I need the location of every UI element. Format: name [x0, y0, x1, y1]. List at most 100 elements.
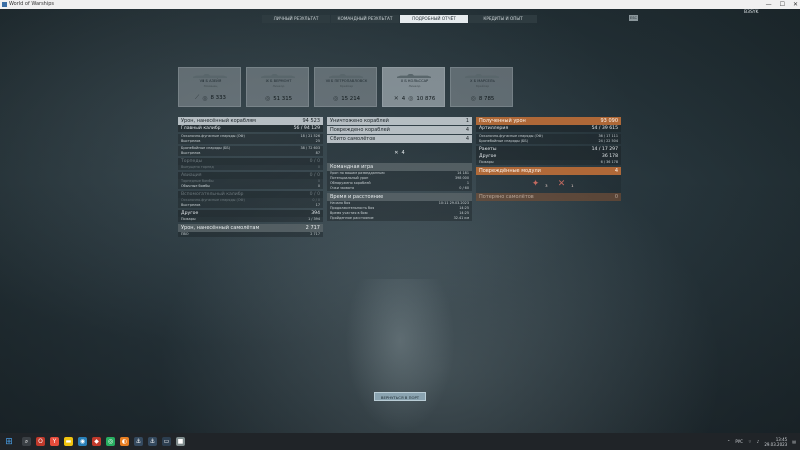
tab-team-result[interactable]: КОМАНДНЫЙ РЕЗУЛЬТАТ [331, 15, 399, 23]
username: B3SYK [744, 10, 759, 15]
ship-name: Ⅷ Б АЗЕЙЯ [199, 79, 222, 83]
engine-module-icon: ✕ 1 [557, 179, 574, 189]
tab-credits-xp[interactable]: КРЕДИТЫ И ОПЫТ [469, 15, 537, 23]
monitor-icon[interactable]: ▭ [162, 437, 171, 446]
ship-silhouette [193, 74, 227, 78]
ship-silhouette [329, 74, 363, 78]
ship-damage: 15 214 [341, 95, 361, 102]
game-center-icon[interactable]: ◆ [92, 437, 101, 446]
torpedoes-row: Торпеды 0 / 0 [178, 158, 323, 165]
ship-name: Ⅹ Б КОЛЬССАР [400, 79, 429, 83]
app-icon [2, 2, 7, 7]
clock[interactable]: 13:45 29.03.2023 [764, 437, 787, 447]
app-icon-orange[interactable]: ◐ [120, 437, 129, 446]
wows-icon[interactable]: ⚓ [134, 437, 143, 446]
windows-start-icon[interactable]: ⊞ [4, 437, 14, 447]
kills-summary: ✕ 4 [327, 143, 472, 163]
ship-name: Ⅸ Б ВЕРМОНТ [265, 79, 292, 83]
module-ribbons: ✦ 3 ✕ 1 [476, 175, 621, 193]
ship-class: Линкор [272, 84, 285, 88]
tab-detailed-report[interactable]: ПОДРОБНЫЙ ОТЧЁТ [400, 15, 468, 23]
ship-silhouette [397, 74, 431, 78]
esc-button[interactable]: ESC [629, 15, 638, 21]
aviation-row: Авиация 0 / 0 [178, 172, 323, 179]
ship-class: Крейсер [339, 84, 354, 88]
torpedo-icon: ⟋ [195, 94, 200, 101]
ship-class: Линкор [408, 84, 421, 88]
ship-card-3[interactable]: Ⅶ Б ПЕТРОПАВЛОВСК Крейсер ◎ 15 214 [314, 67, 377, 107]
ship-damage: 10 876 [416, 95, 436, 102]
ship-stats: ✕ 4 ◎ 10 876 [383, 95, 446, 102]
ship-silhouette [465, 74, 499, 78]
game-viewport: ЛИЧНЫЙ РЕЗУЛЬТАТ КОМАНДНЫЙ РЕЗУЛЬТАТ ПОД… [0, 9, 800, 433]
shot-planes-row: Сбито самолётов 4 [327, 135, 472, 143]
tab-personal-result[interactable]: ЛИЧНЫЙ РЕЗУЛЬТАТ [262, 15, 330, 23]
window-titlebar: World of Warships — ☐ ✕ [0, 0, 800, 9]
chrome-icon[interactable]: ◎ [106, 437, 115, 446]
other-received-row: Другое 36 178 [476, 153, 621, 160]
kills-icon: ✕ [394, 150, 399, 156]
kills-panel: Уничтожено кораблей 1 Повреждено кораблей… [327, 117, 472, 221]
ship-cards: Ⅷ Б АЗЕЙЯ Эсминец ⟋ ◎ 8 333 Ⅸ Б ВЕРМОНТ … [178, 67, 513, 107]
opera-icon[interactable]: O [36, 437, 45, 446]
ship-name: Ⅶ Б ПЕТРОПАВЛОВСК [325, 79, 368, 83]
artillery-row: Артиллерия 54 / 39 615 [476, 125, 621, 132]
return-to-port-button[interactable]: ВЕРНУТЬСЯ В ПОРТ [374, 392, 426, 401]
ship-stats: ⟋ ◎ 8 333 [179, 94, 242, 102]
damage-ships-header: Урон, нанесённый кораблям 94 523 [178, 117, 323, 125]
language-indicator[interactable]: РУС [735, 439, 743, 444]
chevron-up-icon[interactable]: ⌃ [727, 439, 730, 444]
ship-damage: 8 785 [478, 95, 495, 102]
steam-icon[interactable]: ◉ [78, 437, 87, 446]
damaged-modules-header: Повреждённые модули 4 [476, 167, 621, 175]
ship-damage: 8 333 [210, 95, 226, 101]
team-play-header: Командная игра [327, 163, 472, 171]
ship-card-5[interactable]: Ⅹ Б МАРСЕЛЬ Крейсер ◎ 8 785 [450, 67, 513, 107]
close-button[interactable]: ✕ [793, 0, 798, 9]
window-controls: — ☐ ✕ [766, 0, 798, 9]
damage-icon: ◎ [470, 95, 476, 102]
system-tray: ⌃ РУС ⌔ ♪ 13:45 29.03.2023 ▤ [727, 435, 796, 448]
ship-card-2[interactable]: Ⅸ Б ВЕРМОНТ Линкор ◎ 51 315 [246, 67, 309, 107]
search-icon[interactable]: ⌕ [22, 437, 31, 446]
wifi-icon[interactable]: ⌔ [748, 439, 752, 445]
yandex-icon[interactable]: Y [50, 437, 59, 446]
ship-stats: ◎ 8 785 [451, 95, 514, 102]
window-title: World of Warships [9, 1, 55, 7]
kills-count: 4 [401, 150, 405, 156]
lost-planes-row: Потеряно самолётов 0 [476, 193, 621, 201]
taskbar: ⊞ ⌕ O Y ▬ ◉ ◆ ◎ ◐ ⚓ ⚓ ▭ ■ ⌃ РУС ⌔ ♪ 13:4… [0, 433, 800, 450]
ship-card-4[interactable]: Ⅹ Б КОЛЬССАР Линкор ✕ 4 ◎ 10 876 [382, 67, 445, 107]
rockets-row: Ракеты 14 / 17 297 [476, 146, 621, 153]
damage-dealt-panel: Урон, нанесённый кораблям 94 523 Главный … [178, 117, 323, 237]
received-damage-header: Полученный урон 93 090 [476, 117, 621, 125]
ship-card-1[interactable]: Ⅷ Б АЗЕЙЯ Эсминец ⟋ ◎ 8 333 [178, 67, 241, 107]
notification-icon[interactable]: ▤ [792, 439, 796, 444]
ship-class: Крейсер [475, 84, 490, 88]
damage-icon: ◎ [332, 95, 339, 102]
app-icon-gray[interactable]: ■ [176, 437, 185, 446]
ship-silhouette [261, 74, 295, 78]
time-distance-header: Время и расстояние [327, 193, 472, 201]
wows-launcher-icon[interactable]: ⚓ [148, 437, 157, 446]
other-row: Другое 394 [178, 210, 323, 217]
taskbar-apps: ⌕ O Y ▬ ◉ ◆ ◎ ◐ ⚓ ⚓ ▭ ■ [22, 437, 185, 446]
damage-received-panel: Полученный урон 93 090 Артиллерия 54 / 39 … [476, 117, 621, 201]
ship-name: Ⅹ Б МАРСЕЛЬ [470, 79, 495, 83]
aa-row: ПВО 2 717 [178, 232, 323, 237]
ship-stats: ◎ 15 214 [315, 95, 378, 102]
folder-icon[interactable]: ▬ [64, 437, 73, 446]
kills-icon: ✕ [393, 95, 399, 102]
ship-wake [345, 279, 455, 433]
main-battery-row: Главный калибр 56 / 94 129 [178, 125, 323, 132]
ship-damage: 51 315 [273, 95, 293, 102]
volume-icon[interactable]: ♪ [757, 439, 760, 444]
destroyed-ships-row: Уничтожено кораблей 1 [327, 117, 472, 125]
minimize-button[interactable]: — [766, 0, 772, 9]
damage-icon: ◎ [264, 95, 271, 102]
secondary-row: Вспомогательный калибр 0 / 0 [178, 191, 323, 198]
ship-kills: 4 [401, 95, 406, 102]
report-tabs: ЛИЧНЫЙ РЕЗУЛЬТАТ КОМАНДНЫЙ РЕЗУЛЬТАТ ПОД… [262, 15, 537, 23]
maximize-button[interactable]: ☐ [780, 0, 785, 9]
ship-class: Эсминец [203, 84, 218, 88]
